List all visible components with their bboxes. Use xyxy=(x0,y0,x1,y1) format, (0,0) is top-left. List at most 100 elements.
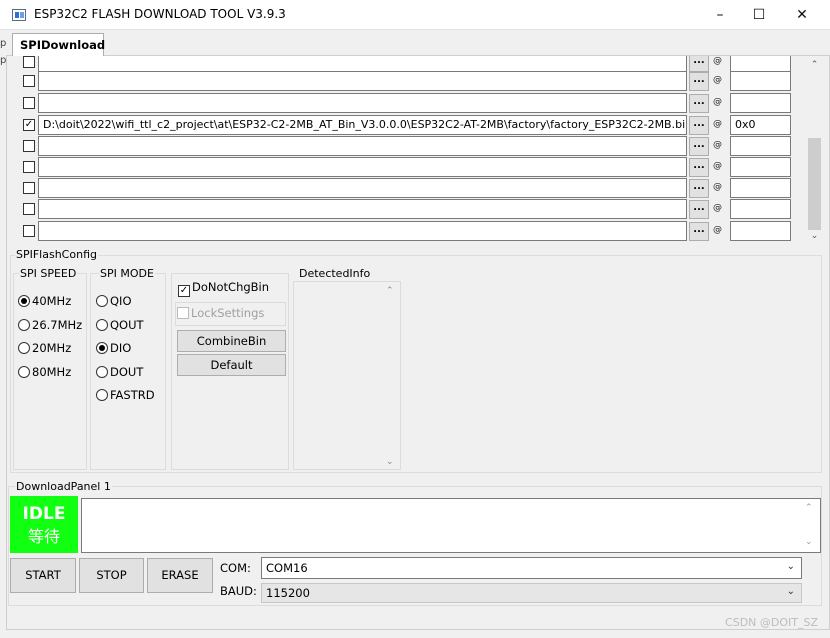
tab-spidownload[interactable]: SPIDownload xyxy=(12,33,105,56)
radio-icon xyxy=(18,295,30,307)
chevron-down-icon: ⌄ xyxy=(786,561,795,572)
baud-select[interactable]: 115200 ⌄ xyxy=(261,583,802,603)
watermark: CSDN @DOIT_SZ xyxy=(725,616,818,629)
at-label: @ xyxy=(713,119,722,129)
status-text-zh: 等待 xyxy=(27,527,60,546)
stop-button[interactable]: STOP xyxy=(79,558,144,593)
browse-button[interactable]: ... xyxy=(689,116,709,135)
combine-bin-button[interactable]: CombineBin xyxy=(177,330,286,352)
radio-icon xyxy=(18,318,30,331)
com-value: COM16 xyxy=(266,561,308,575)
file-path-input[interactable] xyxy=(38,71,687,91)
spi-speed-radio-label: 26.7MHz xyxy=(32,317,83,332)
offset-input[interactable] xyxy=(730,199,791,219)
offset-input[interactable]: 0x0 xyxy=(730,115,791,135)
at-label: @ xyxy=(713,56,722,66)
spi-mode-radio[interactable]: QIO xyxy=(96,294,132,308)
browse-button[interactable]: ... xyxy=(689,222,709,241)
file-path-input[interactable]: D:\doit\2022\wifi_ttl_c2_project\at\ESP3… xyxy=(38,115,687,135)
checkbox-icon xyxy=(177,307,189,319)
do-not-chg-bin-label: DoNotChgBin xyxy=(192,280,270,294)
radio-icon xyxy=(96,342,108,354)
lock-settings-checkbox[interactable]: LockSettings xyxy=(177,306,264,320)
radio-icon xyxy=(96,389,108,401)
file-enable-checkbox[interactable]: ✓ xyxy=(23,119,35,131)
spi-speed-radio-label: 20MHz xyxy=(32,341,72,355)
window-title: ESP32C2 FLASH DOWNLOAD TOOL V3.9.3 xyxy=(34,7,286,21)
file-path-input[interactable] xyxy=(38,221,687,241)
file-row: ... @ xyxy=(10,220,808,242)
offset-input[interactable] xyxy=(730,178,791,198)
at-label: @ xyxy=(713,140,722,150)
browse-button[interactable]: ... xyxy=(689,94,709,113)
scroll-up-icon[interactable]: ⌃ xyxy=(807,60,822,74)
file-path-input[interactable] xyxy=(38,157,687,177)
erase-button[interactable]: ERASE xyxy=(147,558,213,593)
spi-mode-radio[interactable]: QOUT xyxy=(96,318,144,332)
file-row: ... @ xyxy=(10,135,808,157)
file-enable-checkbox[interactable] xyxy=(23,161,35,173)
file-enable-checkbox[interactable] xyxy=(23,203,35,215)
spi-mode-radio[interactable]: FASTRD xyxy=(96,388,155,402)
file-path-input[interactable] xyxy=(38,136,687,156)
browse-button[interactable]: ... xyxy=(689,200,709,219)
file-row: ... @ xyxy=(10,198,808,220)
offset-input[interactable] xyxy=(730,221,791,241)
file-path-input[interactable] xyxy=(38,178,687,198)
scroll-up-icon[interactable]: ⌃ xyxy=(805,503,813,513)
file-row: ... @ xyxy=(10,70,808,92)
status-indicator: IDLE 等待 xyxy=(10,496,78,553)
scroll-up-icon[interactable]: ⌃ xyxy=(386,286,394,296)
browse-button[interactable]: ... xyxy=(689,158,709,177)
at-label: @ xyxy=(713,161,722,171)
radio-icon xyxy=(96,365,108,378)
minimize-button[interactable]: – xyxy=(698,0,742,30)
do-not-chg-bin-checkbox[interactable]: ✓ DoNotChgBin xyxy=(178,280,269,297)
lock-settings-label: LockSettings xyxy=(191,306,265,320)
scrollbar-thumb[interactable] xyxy=(808,138,821,230)
file-enable-checkbox[interactable] xyxy=(23,75,35,87)
com-select[interactable]: COM16 ⌄ xyxy=(261,557,802,579)
scroll-down-icon[interactable]: ⌄ xyxy=(807,231,822,243)
file-enable-checkbox[interactable] xyxy=(23,97,35,109)
spi-speed-radio[interactable]: 26.7MHz xyxy=(18,318,82,332)
side-label: p xyxy=(0,38,7,49)
spi-speed-radio[interactable]: 40MHz xyxy=(18,294,71,308)
log-output[interactable] xyxy=(81,498,821,553)
file-row: ... @ xyxy=(10,156,808,178)
checkbox-icon: ✓ xyxy=(178,285,190,297)
offset-input[interactable] xyxy=(730,157,791,177)
file-enable-checkbox[interactable] xyxy=(23,225,35,237)
baud-label: BAUD: xyxy=(220,584,257,598)
at-label: @ xyxy=(713,97,722,107)
scroll-down-icon[interactable]: ⌄ xyxy=(386,457,394,467)
file-path-input[interactable] xyxy=(38,199,687,219)
browse-button[interactable]: ... xyxy=(689,179,709,198)
spi-mode-title: SPI MODE xyxy=(99,267,155,280)
file-enable-checkbox[interactable] xyxy=(23,140,35,152)
spi-mode-radio[interactable]: DIO xyxy=(96,341,131,355)
at-label: @ xyxy=(713,225,722,235)
default-button[interactable]: Default xyxy=(177,354,286,376)
file-enable-checkbox[interactable] xyxy=(23,56,35,68)
spi-speed-radio[interactable]: 20MHz xyxy=(18,341,71,355)
browse-button[interactable]: ... xyxy=(689,72,709,91)
file-row: ... @ xyxy=(10,177,808,199)
file-enable-checkbox[interactable] xyxy=(23,182,35,194)
spi-mode-radio[interactable]: DOUT xyxy=(96,365,143,379)
offset-input[interactable] xyxy=(730,71,791,91)
maximize-button[interactable]: ☐ xyxy=(737,0,781,30)
radio-icon xyxy=(96,318,108,331)
scroll-down-icon[interactable]: ⌄ xyxy=(805,537,813,547)
offset-input[interactable] xyxy=(730,136,791,156)
spi-speed-title: SPI SPEED xyxy=(19,267,78,280)
radio-icon xyxy=(18,365,30,378)
file-list: ... @... @... @ ✓ D:\doit\2022\wifi_ttl_c2_pr… xyxy=(10,56,808,244)
spi-speed-radio[interactable]: 80MHz xyxy=(18,365,71,379)
file-path-input[interactable] xyxy=(38,93,687,113)
browse-button[interactable]: ... xyxy=(689,137,709,156)
start-button[interactable]: START xyxy=(10,558,76,593)
close-button[interactable]: ✕ xyxy=(780,0,824,30)
file-row: ✓ D:\doit\2022\wifi_ttl_c2_project\at\ESP… xyxy=(10,114,808,136)
offset-input[interactable] xyxy=(730,93,791,113)
